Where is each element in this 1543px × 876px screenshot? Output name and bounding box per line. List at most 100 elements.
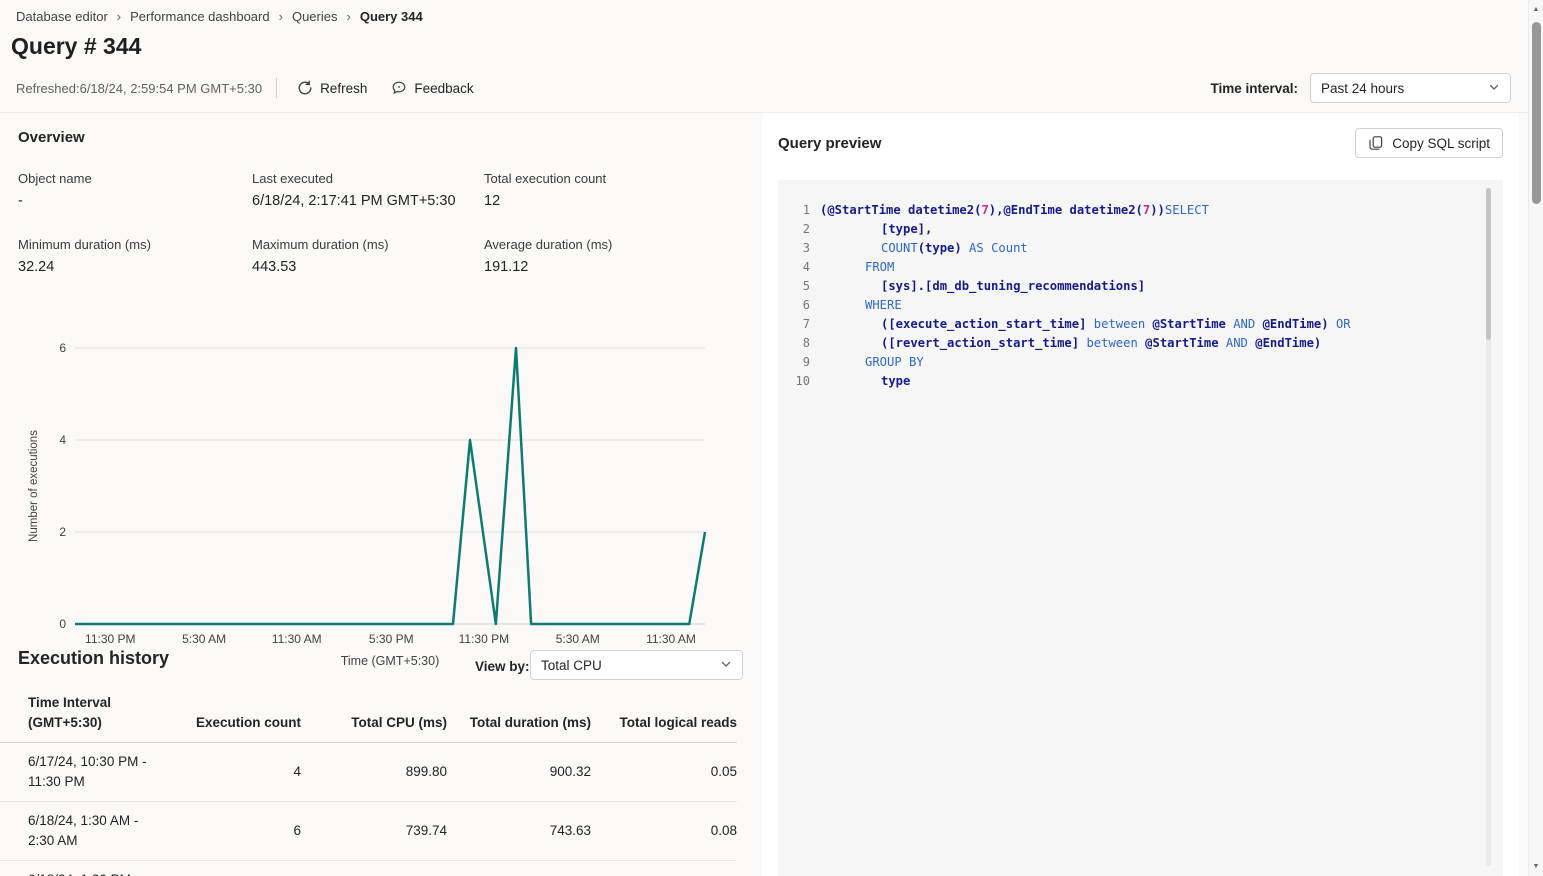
- code-line-text: ([execute_action_start_time] between @St…: [820, 315, 1351, 334]
- code-line: 5 [sys].[dm_db_tuning_recommendations]: [778, 277, 1503, 296]
- stat-label: Total execution count: [484, 171, 744, 186]
- executions-series-line: [75, 348, 705, 624]
- breadcrumb-item[interactable]: Database editor: [16, 9, 108, 24]
- time-interval-value: Past 24 hours: [1321, 81, 1404, 96]
- table-cell: 0.08: [591, 802, 737, 861]
- line-number: 5: [778, 277, 810, 296]
- column-header: Total CPU (ms): [301, 689, 447, 743]
- time-interval-dropdown[interactable]: Past 24 hours: [1310, 73, 1511, 103]
- svg-text:11:30 AM: 11:30 AM: [272, 632, 322, 646]
- stat-value: 191.12: [484, 259, 744, 275]
- table-row: 6/18/24, 1:30 AM - 2:30 AM6739.74743.630…: [0, 802, 737, 861]
- code-line-text: GROUP BY: [820, 353, 924, 372]
- page-title: Query # 344: [11, 33, 141, 60]
- code-line-text: WHERE: [820, 296, 902, 315]
- table-cell: 2: [150, 861, 301, 876]
- breadcrumb-separator-icon: ›: [346, 9, 350, 24]
- page-scrollbar-thumb[interactable]: [1532, 22, 1541, 204]
- overview-panel: Overview Object name -Last executed6/18/2…: [0, 113, 762, 876]
- toolbar-divider: [276, 78, 277, 98]
- copy-icon: [1368, 135, 1384, 151]
- overview-title: Overview: [18, 129, 85, 146]
- sql-code-editor[interactable]: 1 (@StartTime datetime2(7),@EndTime datet…: [778, 180, 1503, 876]
- feedback-icon: [391, 80, 407, 96]
- page-scrollbar[interactable]: ▲ ▼: [1528, 0, 1543, 876]
- stat-value: 12: [484, 193, 744, 209]
- time-interval-group: Time interval: Past 24 hours: [1210, 73, 1511, 103]
- breadcrumb-item[interactable]: Queries: [292, 9, 338, 24]
- scroll-up-icon[interactable]: ▲: [1529, 2, 1543, 17]
- executions-chart: 024611:30 PM5:30 AM11:30 AM5:30 PM11:30 …: [0, 335, 740, 680]
- code-line: 7 ([execute_action_start_time] between @S…: [778, 315, 1503, 334]
- feedback-button[interactable]: Feedback: [379, 74, 485, 102]
- table-cell: 6/18/24, 1:30 PM - 2:30 PM: [0, 861, 150, 876]
- line-number: 6: [778, 296, 810, 315]
- query-preview-panel: Query preview Copy SQL script 1 (@StartTi…: [762, 113, 1519, 876]
- breadcrumb-item[interactable]: Performance dashboard: [130, 9, 269, 24]
- view-by-dropdown[interactable]: Total CPU: [530, 650, 743, 680]
- code-line-text: [type],: [820, 220, 932, 239]
- code-line-text: FROM: [820, 258, 894, 277]
- svg-text:0: 0: [59, 617, 66, 631]
- overview-stat: Maximum duration (ms)443.53: [252, 237, 484, 275]
- overview-stat: Last executed6/18/24, 2:17:41 PM GMT+5:3…: [252, 171, 484, 209]
- stat-label: Object name: [18, 171, 252, 186]
- line-number: 2: [778, 220, 810, 239]
- code-scrollbar[interactable]: [1486, 188, 1491, 866]
- line-number: 4: [778, 258, 810, 277]
- line-number: 7: [778, 315, 810, 334]
- svg-text:5:30 AM: 5:30 AM: [182, 632, 226, 646]
- line-number: 8: [778, 334, 810, 353]
- svg-text:5:30 AM: 5:30 AM: [556, 632, 600, 646]
- line-number: 10: [778, 372, 810, 391]
- table-row: 6/17/24, 10:30 PM - 11:30 PM4899.80900.3…: [0, 743, 737, 802]
- overview-stat: Minimum duration (ms)32.24: [18, 237, 252, 275]
- time-interval-label: Time interval:: [1210, 81, 1298, 96]
- copy-sql-button-label: Copy SQL script: [1392, 136, 1490, 151]
- code-line: 8([revert_action_start_time] between @St…: [778, 334, 1503, 353]
- table-cell: 6/17/24, 10:30 PM - 11:30 PM: [0, 743, 150, 802]
- code-line: 3COUNT(type) AS Count: [778, 239, 1503, 258]
- refreshed-timestamp: Refreshed:6/18/24, 2:59:54 PM GMT+5:30: [16, 81, 262, 96]
- table-cell: 739.74: [301, 802, 447, 861]
- table-cell: 899.80: [301, 743, 447, 802]
- column-header: Total duration (ms): [447, 689, 591, 743]
- overview-stat: Object name -: [18, 171, 252, 209]
- table-cell: 649.50: [447, 861, 591, 876]
- copy-sql-button[interactable]: Copy SQL script: [1355, 128, 1503, 158]
- line-number: 1: [778, 201, 810, 220]
- column-header: Execution count: [150, 689, 301, 743]
- code-line: 6 WHERE: [778, 296, 1503, 315]
- query-preview-title: Query preview: [778, 135, 881, 152]
- code-line-text: [sys].[dm_db_tuning_recommendations]: [820, 277, 1145, 296]
- stat-label: Minimum duration (ms): [18, 237, 252, 252]
- code-scrollbar-thumb[interactable]: [1486, 188, 1491, 340]
- refresh-button[interactable]: Refresh: [285, 74, 379, 102]
- refresh-button-label: Refresh: [320, 81, 367, 96]
- table-row: 6/18/24, 1:30 PM - 2:30 PM2649.25649.500…: [0, 861, 737, 876]
- scroll-down-icon[interactable]: ▼: [1529, 859, 1543, 874]
- view-by-value: Total CPU: [541, 658, 602, 673]
- table-cell: 900.32: [447, 743, 591, 802]
- svg-text:2: 2: [59, 525, 66, 539]
- svg-text:11:30 AM: 11:30 AM: [646, 632, 696, 646]
- svg-text:11:30 PM: 11:30 PM: [459, 632, 509, 646]
- table-cell: 4: [150, 743, 301, 802]
- svg-text:5:30 PM: 5:30 PM: [369, 632, 414, 646]
- table-cell: 6: [150, 802, 301, 861]
- table-header-row: Time Interval (GMT+5:30)Execution countT…: [0, 689, 737, 743]
- chevron-down-icon: [1488, 81, 1500, 96]
- feedback-button-label: Feedback: [414, 81, 473, 96]
- breadcrumb-item: Query 344: [360, 9, 423, 24]
- stat-value: -: [18, 193, 252, 209]
- line-number: 3: [778, 239, 810, 258]
- view-by-label: View by:: [475, 659, 530, 674]
- code-lines: 1 (@StartTime datetime2(7),@EndTime datet…: [778, 201, 1503, 391]
- code-line: 9 GROUP BY: [778, 353, 1503, 372]
- execution-history-title: Execution history: [18, 648, 169, 669]
- line-number: 9: [778, 353, 810, 372]
- code-line-text: (@StartTime datetime2(7),@EndTime dateti…: [820, 201, 1209, 220]
- svg-text:4: 4: [59, 433, 66, 447]
- overview-stat: Average duration (ms)191.12: [484, 237, 744, 275]
- overview-stat: Total execution count 12: [484, 171, 744, 209]
